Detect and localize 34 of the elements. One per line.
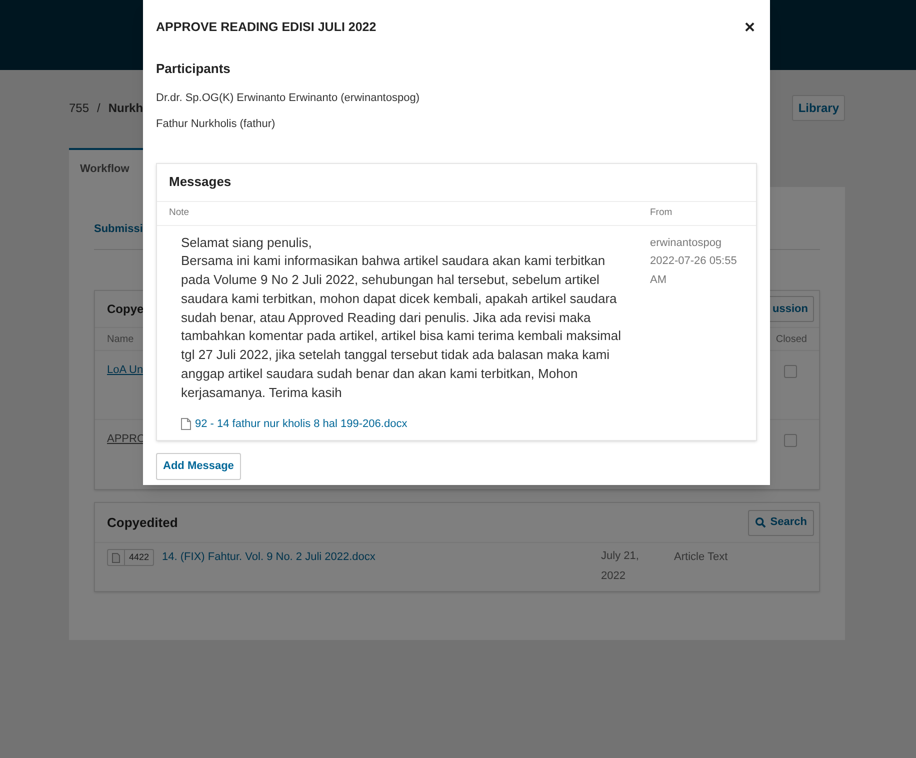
column-header: From bbox=[650, 206, 672, 220]
participant-name: Dr.dr. Sp.OG(K) Erwinanto Erwinanto (erwinantospog) bbox=[156, 90, 421, 106]
submission-tab[interactable]: Submissi bbox=[94, 220, 143, 237]
card-title: Messages bbox=[157, 164, 756, 202]
close-button[interactable]: × bbox=[744, 18, 757, 36]
attachment-link[interactable]: 92 - 14 fathur nur kholis 8 hal 199-206.docx bbox=[181, 416, 408, 432]
submission-title: Nurkh bbox=[108, 100, 144, 117]
card-title: Copyedited bbox=[107, 514, 178, 532]
section-heading: Participants bbox=[156, 60, 232, 78]
message-text: Selamat siang penulis, Bersama ini kami informasikan bahwa artikel saudara akan kami terbitkan pada Volume 9 No 2 Juli 2022, sehubungan hal tersebut, sebelum artikel saudara kami terbitkan, mohon dapat dicek kembali, apakah artikel saudara sudah benar, atau Approved Reading dari penulis. Jika ada revisi maka tambahkan komentar pada artikel, artikel bisa kami terima kembali maksimal tgl 27 Juli 2022, jika setelah tanggal tersebut tidak ada balasan maka kami anggap artikel saudara sudah benar dan akan kami terbitkan, Mohon kerjasamanya. Terima kasih bbox=[181, 234, 621, 402]
breadcrumb-separator: / bbox=[97, 100, 100, 117]
dialog-title: APPROVE READING EDISI JULI 2022 bbox=[156, 18, 376, 36]
column-header: Note bbox=[169, 206, 190, 220]
search-button[interactable]: Search bbox=[748, 510, 814, 536]
message-author: erwinantospog bbox=[650, 236, 723, 250]
submission-id: 755 bbox=[69, 100, 90, 117]
workflow-tab[interactable]: Workflow bbox=[69, 148, 144, 187]
participant-name: Fathur Nurkholis (fathur) bbox=[156, 117, 276, 132]
add-message-button[interactable]: Add Message bbox=[156, 453, 241, 480]
message-date: 2022-07-26 05:55 AM bbox=[650, 254, 738, 288]
file-icon bbox=[181, 418, 191, 430]
file-link[interactable]: 14. (FIX) Fahtur. Vol. 9 No. 2 Juli 2022.docx bbox=[162, 549, 602, 566]
file-id-badge: 4422 bbox=[107, 549, 154, 566]
column-header: Closed bbox=[776, 332, 807, 346]
document-icon bbox=[112, 552, 120, 562]
card-title: Copye bbox=[107, 301, 144, 318]
closed-checkbox[interactable] bbox=[784, 365, 797, 378]
discussion-link[interactable]: LoA Un bbox=[107, 362, 144, 378]
file-type: Article Text bbox=[674, 550, 728, 565]
column-header: Name bbox=[107, 332, 134, 346]
library-button[interactable]: Library bbox=[792, 95, 845, 121]
closed-checkbox[interactable] bbox=[784, 434, 797, 447]
search-icon bbox=[755, 517, 766, 528]
file-date: July 21, 2022 bbox=[601, 549, 640, 584]
